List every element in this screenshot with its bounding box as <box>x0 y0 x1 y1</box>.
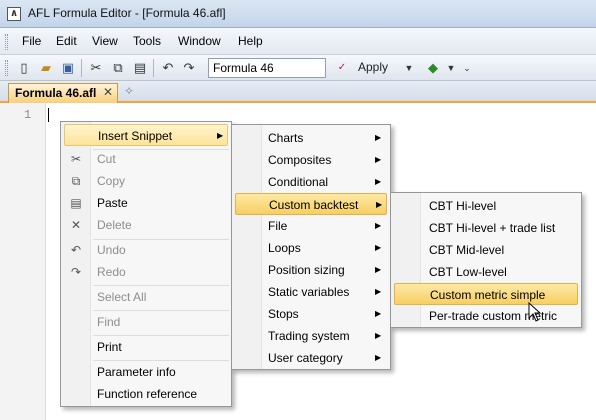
tab-label: Formula 46.afl <box>15 86 97 100</box>
cut-icon[interactable]: ✂ <box>87 59 105 77</box>
backtest-item-cbt-mid-level[interactable]: CBT Mid-level <box>394 239 578 261</box>
custom-backtest-submenu: CBT Hi-level CBT Hi-level + trade list C… <box>390 192 582 328</box>
mouse-cursor-icon <box>528 302 542 322</box>
line-gutter: 1 <box>0 103 46 420</box>
toolbar: ▯ ▰ ▣ ✂ ⧉ ▤ ↶ ↷ ✓ Apply ▼ ◆ ▼ ⌄ <box>0 55 596 81</box>
context-menu: Insert Snippet ▶ ✂ Cut ⧉ Copy ▤ Paste ✕ … <box>60 121 232 407</box>
backtest-item-cbt-low-level[interactable]: CBT Low-level <box>394 261 578 283</box>
toolbar-separator <box>153 59 154 77</box>
backtest-item-custom-metric-simple[interactable]: Custom metric simple <box>394 283 578 305</box>
toolbar-separator <box>81 59 82 77</box>
print-item[interactable]: Print <box>64 336 228 358</box>
new-icon[interactable]: ▯ <box>15 59 33 77</box>
chevron-right-icon: ▶ <box>375 331 382 340</box>
menu-edit[interactable]: Edit <box>56 34 77 48</box>
menu-help[interactable]: Help <box>238 34 263 48</box>
copy-icon[interactable]: ⧉ <box>109 59 127 77</box>
app-icon: ∧ <box>7 7 21 21</box>
redo-icon[interactable]: ↷ <box>180 59 198 77</box>
chevron-right-icon: ▶ <box>375 309 382 318</box>
formula-name-field[interactable] <box>208 58 326 78</box>
paste-icon[interactable]: ▤ <box>131 59 149 77</box>
select-all-item[interactable]: Select All <box>64 286 228 308</box>
delete-item[interactable]: ✕ Delete <box>64 214 228 236</box>
tab-formula[interactable]: Formula 46.afl ✕ <box>8 83 118 103</box>
new-tab-icon[interactable]: ✧ <box>124 84 134 98</box>
chevron-right-icon: ▶ <box>217 131 224 140</box>
open-icon[interactable]: ▰ <box>37 59 55 77</box>
cut-item[interactable]: ✂ Cut <box>64 148 228 170</box>
snippet-item-user-category[interactable]: User category ▶ <box>235 347 387 369</box>
chevron-right-icon: ▶ <box>375 265 382 274</box>
apply-button[interactable]: Apply <box>358 60 388 74</box>
function-reference-item[interactable]: Function reference <box>64 383 228 405</box>
backtest-item-cbt-hi-level-trade-list[interactable]: CBT Hi-level + trade list <box>394 217 578 239</box>
more-icon[interactable]: ⌄ <box>458 59 476 77</box>
chevron-right-icon: ▶ <box>375 287 382 296</box>
backtest-item-per-trade-custom-metric[interactable]: Per-trade custom metric <box>394 305 578 327</box>
line-number: 1 <box>24 108 32 122</box>
afl-verify-icon[interactable]: ✓ <box>333 59 351 77</box>
save-icon[interactable]: ▣ <box>59 59 77 77</box>
chevron-right-icon: ▶ <box>376 200 383 209</box>
tab-strip: Formula 46.afl ✕ ✧ <box>0 81 596 103</box>
menu-view[interactable]: View <box>92 34 118 48</box>
snippet-item-conditional[interactable]: Conditional ▶ <box>235 171 387 193</box>
menu-bar: File Edit View Tools Window Help <box>0 28 596 55</box>
paste-icon: ▤ <box>70 196 82 210</box>
chevron-right-icon: ▶ <box>375 221 382 230</box>
delete-icon: ✕ <box>70 218 82 232</box>
window-title: AFL Formula Editor - [Formula 46.afl] <box>28 6 226 20</box>
snippet-item-stops[interactable]: Stops ▶ <box>235 303 387 325</box>
copy-icon: ⧉ <box>71 174 81 188</box>
chevron-right-icon: ▶ <box>375 243 382 252</box>
copy-item[interactable]: ⧉ Copy <box>64 170 228 192</box>
paste-item[interactable]: ▤ Paste <box>64 192 228 214</box>
snippet-item-trading-system[interactable]: Trading system ▶ <box>235 325 387 347</box>
menu-file[interactable]: File <box>22 34 41 48</box>
find-item[interactable]: Find <box>64 311 228 333</box>
snippet-item-position-sizing[interactable]: Position sizing ▶ <box>235 259 387 281</box>
undo-icon: ↶ <box>70 243 82 257</box>
snippet-item-file[interactable]: File ▶ <box>235 215 387 237</box>
insert-snippet-item[interactable]: Insert Snippet ▶ <box>64 124 228 146</box>
toolbar-grip[interactable] <box>5 60 8 76</box>
undo-icon[interactable]: ↶ <box>159 59 177 77</box>
menu-grip[interactable] <box>5 34 8 50</box>
backtest-item-cbt-hi-level[interactable]: CBT Hi-level <box>394 195 578 217</box>
snippet-item-static-variables[interactable]: Static variables ▶ <box>235 281 387 303</box>
chevron-down-icon[interactable]: ▼ <box>400 59 418 77</box>
snippet-item-composites[interactable]: Composites ▶ <box>235 149 387 171</box>
parameter-info-item[interactable]: Parameter info <box>64 361 228 383</box>
menu-tools[interactable]: Tools <box>133 34 161 48</box>
chevron-right-icon: ▶ <box>375 177 382 186</box>
text-caret <box>48 108 49 122</box>
cut-icon: ✂ <box>70 152 82 166</box>
chevron-right-icon: ▶ <box>375 155 382 164</box>
snippet-item-charts[interactable]: Charts ▶ <box>235 127 387 149</box>
chevron-right-icon: ▶ <box>375 353 382 362</box>
close-icon[interactable]: ✕ <box>103 85 113 99</box>
chart-icon[interactable]: ◆ <box>424 59 442 77</box>
snippet-item-custom-backtest[interactable]: Custom backtest ▶ <box>235 193 387 215</box>
snippet-item-loops[interactable]: Loops ▶ <box>235 237 387 259</box>
menu-window[interactable]: Window <box>178 34 221 48</box>
undo-item[interactable]: ↶ Undo <box>64 239 228 261</box>
title-bar: ∧ AFL Formula Editor - [Formula 46.afl] <box>0 0 596 28</box>
redo-item[interactable]: ↷ Redo <box>64 261 228 283</box>
redo-icon: ↷ <box>70 265 82 279</box>
snippet-submenu: Charts ▶ Composites ▶ Conditional ▶ Custom … <box>231 124 391 370</box>
chevron-right-icon: ▶ <box>375 133 382 142</box>
